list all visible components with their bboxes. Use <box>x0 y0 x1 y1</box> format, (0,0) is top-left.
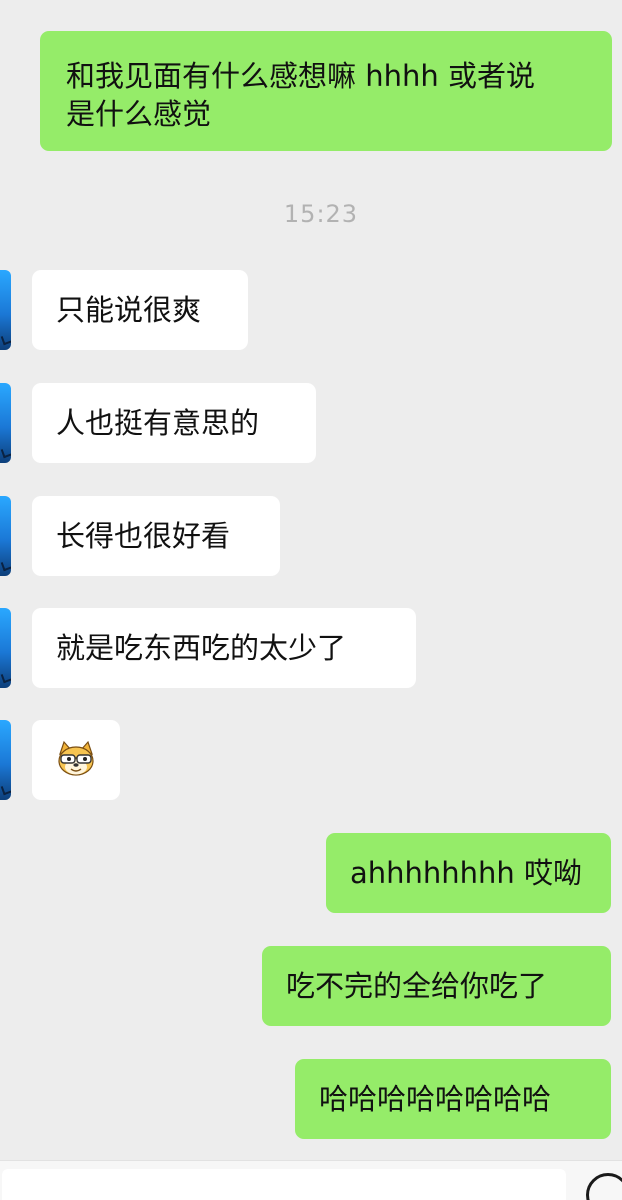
message-bubble-outgoing[interactable]: 吃不完的全给你吃了 <box>262 946 611 1026</box>
message-bubble-incoming-sticker[interactable] <box>32 720 120 800</box>
message-text: 长得也很好看 <box>56 519 231 553</box>
message-bubble-outgoing[interactable]: 哈哈哈哈哈哈哈哈 <box>295 1059 611 1139</box>
message-bubble-incoming[interactable]: 只能说很爽 <box>32 270 248 350</box>
message-text: 就是吃东西吃的太少了 <box>56 631 347 665</box>
message-bubble-incoming[interactable]: 人也挺有意思的 <box>32 383 316 463</box>
timestamp: 15:23 <box>283 200 359 228</box>
avatar-icon[interactable] <box>0 720 11 800</box>
input-bar <box>0 1160 622 1200</box>
message-bubble-outgoing[interactable]: ahhhhhhhh 哎呦 <box>326 833 611 913</box>
message-text: 哈哈哈哈哈哈哈哈 <box>319 1082 552 1116</box>
doge-emoji-icon <box>58 740 94 776</box>
message-text: 只能说很爽 <box>56 293 202 327</box>
message-text-line-2: 是什么感觉 <box>66 97 212 131</box>
avatar-icon[interactable] <box>0 383 11 463</box>
message-text: 吃不完的全给你吃了 <box>286 969 548 1003</box>
avatar-icon[interactable] <box>0 270 11 350</box>
avatar-icon[interactable] <box>0 496 11 576</box>
message-bubble-outgoing[interactable]: 和我见面有什么感想嘛 hhhh 或者说 是什么感觉 <box>40 31 612 151</box>
circle-button-icon[interactable] <box>586 1173 622 1200</box>
message-bubble-incoming[interactable]: 长得也很好看 <box>32 496 280 576</box>
message-text: ahhhhhhhh 哎呦 <box>350 856 583 890</box>
avatar-icon[interactable] <box>0 608 11 688</box>
message-text: 和我见面有什么感想嘛 hhhh 或者说 <box>66 59 535 93</box>
message-bubble-incoming[interactable]: 就是吃东西吃的太少了 <box>32 608 416 688</box>
message-text: 人也挺有意思的 <box>56 406 260 440</box>
chat-screen: 和我见面有什么感想嘛 hhhh 或者说 是什么感觉 15:23 只能说很爽 人也… <box>0 0 622 1200</box>
message-input[interactable] <box>2 1169 566 1200</box>
